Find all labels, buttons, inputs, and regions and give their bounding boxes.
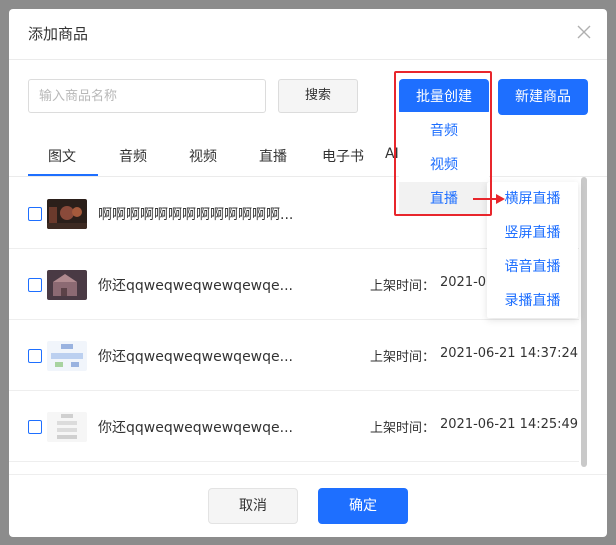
product-checkbox[interactable]: [28, 349, 42, 363]
listing-time-label: 上架时间：: [370, 421, 436, 436]
list-item[interactable]: 你还qqweqweqwewqewqe... 上架时间： 2021-06-21 1…: [9, 390, 579, 462]
product-type-tabs: 图文 音频 视频 直播 电子书 AI: [9, 140, 607, 177]
product-checkbox[interactable]: [28, 420, 42, 434]
dropdown-item-audio[interactable]: 音频: [399, 114, 489, 148]
product-thumbnail: [47, 341, 87, 371]
product-name: 你还qqweqweqwewqewqe...: [98, 349, 293, 365]
dialog-footer: 取消 确定: [9, 474, 607, 537]
tab-graphic[interactable]: 图文: [48, 146, 76, 166]
dialog-title: 添加商品: [28, 25, 89, 43]
product-thumbnail: [47, 412, 87, 442]
product-name: 你还qqweqweqwewqewqe...: [98, 278, 293, 294]
listing-time: 2021-06-21 14:37:24: [440, 346, 579, 361]
submenu-item-portrait-live[interactable]: 竖屏直播: [487, 216, 578, 250]
product-checkbox[interactable]: [28, 278, 42, 292]
product-name: 啊啊啊啊啊啊啊啊啊啊啊啊啊...: [98, 207, 294, 223]
list-item[interactable]: 你还qqweqweqwewqewqe... 上架时间： 2021-06-21 1…: [9, 319, 579, 391]
search-button[interactable]: 搜索: [278, 79, 358, 113]
cancel-button[interactable]: 取消: [208, 488, 298, 524]
product-checkbox[interactable]: [28, 207, 42, 221]
tab-video[interactable]: 视频: [189, 146, 217, 166]
annotation-arrow-icon: [473, 194, 505, 204]
batch-create-button[interactable]: 批量创建: [399, 79, 489, 115]
tab-ebook[interactable]: 电子书: [322, 146, 364, 166]
tab-ai[interactable]: AI: [385, 146, 399, 162]
confirm-button[interactable]: 确定: [318, 488, 408, 524]
tab-live[interactable]: 直播: [259, 146, 287, 166]
product-thumbnail: [47, 270, 87, 300]
submenu-item-recorded-live[interactable]: 录播直播: [487, 284, 578, 318]
listing-time-label: 上架时间：: [370, 350, 436, 365]
dropdown-item-video[interactable]: 视频: [399, 148, 489, 182]
active-tab-indicator: [28, 174, 98, 176]
product-name: 你还qqweqweqwewqewqe...: [98, 420, 293, 436]
dialog-header: 添加商品: [9, 9, 607, 60]
new-product-button[interactable]: 新建商品: [498, 79, 588, 115]
close-icon[interactable]: [575, 23, 593, 41]
submenu-item-voice-live[interactable]: 语音直播: [487, 250, 578, 284]
product-thumbnail: [47, 199, 87, 229]
list-item[interactable]: [9, 461, 579, 467]
search-input[interactable]: [28, 79, 266, 113]
list-scrollbar[interactable]: [581, 177, 587, 467]
listing-time: 2021-06-21 14:25:49: [440, 417, 579, 432]
listing-time-label: 上架时间：: [370, 279, 436, 294]
listing-time: 2021-0: [440, 275, 487, 290]
tab-audio[interactable]: 音频: [119, 146, 147, 166]
